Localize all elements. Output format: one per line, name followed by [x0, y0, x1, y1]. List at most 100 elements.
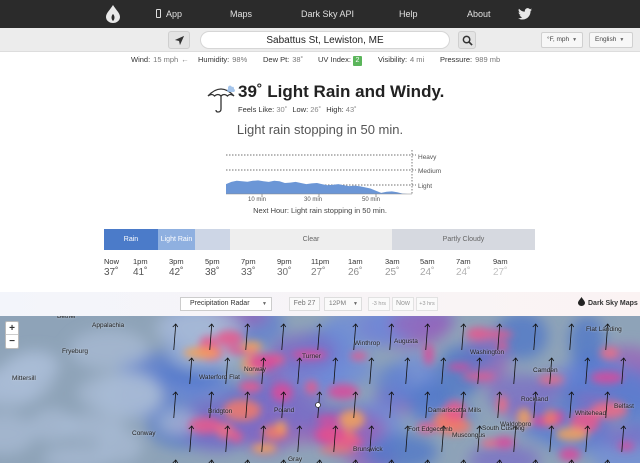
- location-search-input[interactable]: [200, 31, 450, 49]
- now-button[interactable]: Now: [392, 297, 414, 311]
- map-town-label: Whitehead: [575, 410, 607, 417]
- hour-column: 1am 26˚: [348, 257, 378, 278]
- hour-temperature: 38˚: [205, 267, 220, 278]
- minutely-chart: [226, 150, 416, 197]
- uv-index-badge: 2: [352, 56, 362, 66]
- hour-time: 5pm: [205, 257, 220, 266]
- nav-help[interactable]: Help: [399, 0, 418, 28]
- wind-arrow-icon: [477, 425, 481, 453]
- humidity-value: 98%: [232, 55, 248, 64]
- condition-segment-partly-cloudy[interactable]: Partly Cloudy: [392, 229, 535, 250]
- radar-cell: [0, 413, 36, 455]
- map-town-label: Augusta: [394, 338, 418, 345]
- dark-sky-maps-link[interactable]: Dark Sky Maps: [578, 297, 638, 311]
- map-town-label: Camden: [533, 367, 558, 374]
- hour-column: 3am 25˚: [385, 257, 415, 278]
- tick-50-min: 50 min: [362, 197, 381, 203]
- phone-icon: [156, 9, 161, 18]
- stat-humidity: Humidity: 98%: [198, 55, 247, 64]
- hour-temperature: 41˚: [133, 267, 148, 278]
- map-date[interactable]: Feb 27: [289, 297, 320, 311]
- language-select[interactable]: English ▼: [589, 32, 633, 48]
- map-time-value: 12PM: [329, 300, 346, 307]
- radar-cell-heavy: [590, 371, 624, 384]
- map-town-label: Gray: [288, 456, 303, 463]
- current-location-button[interactable]: [168, 31, 190, 49]
- map-time-select[interactable]: 12PM ▼: [324, 297, 362, 311]
- hour-time: 5am: [420, 257, 435, 266]
- condition-segment-drizzle[interactable]: [195, 229, 230, 250]
- map-layer-select[interactable]: Precipitation Radar ▼: [180, 297, 272, 311]
- map-town-label: Poland: [274, 407, 295, 414]
- hour-temperature: 30˚: [277, 267, 292, 278]
- radar-cell-heavy: [215, 330, 244, 347]
- radar-map[interactable]: + − Bethel Appalachia Fryeburg Mittersill Tu…: [0, 316, 640, 463]
- nav-maps[interactable]: Maps: [230, 0, 252, 28]
- map-town-label: Muscongus: [452, 432, 486, 439]
- conditions-stats: Wind: 15 mph ← Humidity: 98% Dew Pt: 38˚ UV …: [0, 55, 640, 67]
- hour-time: 1am: [348, 257, 363, 266]
- day-conditions-bar: Rain Light Rain Clear Partly Cloudy: [104, 229, 535, 250]
- hour-column: Now 37˚: [104, 257, 134, 278]
- wind-label: Wind:: [131, 55, 151, 64]
- language-value: English: [595, 36, 617, 43]
- hour-column: 7pm 33˚: [241, 257, 271, 278]
- nav-dark-sky-api[interactable]: Dark Sky API: [301, 0, 354, 28]
- hour-time: 7am: [456, 257, 471, 266]
- radar-cell-heavy: [316, 415, 342, 424]
- visibility-label: Visibility:: [378, 55, 408, 64]
- radar-cell-heavy: [339, 410, 365, 430]
- radar-cell-heavy: [239, 380, 262, 393]
- nav-about[interactable]: About: [467, 0, 491, 28]
- hour-temperature: 33˚: [241, 267, 256, 278]
- map-town-label: Brunswick: [353, 446, 383, 453]
- hour-temperature: 27˚: [311, 267, 326, 278]
- humidity-label: Humidity:: [198, 55, 230, 64]
- map-town-label: Waterford Flat: [199, 374, 240, 381]
- low-label: Low:: [292, 105, 309, 114]
- condition-segment-clear[interactable]: Clear: [230, 229, 392, 250]
- radar-cell-heavy: [559, 447, 581, 462]
- current-summary-title: 39˚ Light Rain and Windy.: [238, 82, 445, 101]
- nav-app[interactable]: App: [156, 0, 182, 28]
- map-layer-value: Precipitation Radar: [190, 300, 250, 307]
- search-icon: [462, 35, 473, 46]
- hour-temperature: 27˚: [493, 267, 508, 278]
- hour-time: 7pm: [241, 257, 256, 266]
- hour-column: 1pm 41˚: [133, 257, 163, 278]
- dark-sky-logo-icon[interactable]: [106, 5, 120, 23]
- forward-3-hrs-button[interactable]: +3 hrs: [416, 297, 438, 311]
- feels-like-value: 30˚: [276, 105, 288, 114]
- units-value: °F, mph: [547, 36, 570, 43]
- radar-cell-heavy: [481, 439, 498, 448]
- condition-segment-rain[interactable]: Rain: [104, 229, 158, 250]
- radar-cell-heavy: [305, 380, 318, 395]
- zoom-out-button[interactable]: −: [6, 335, 18, 348]
- chevron-down-icon: ▼: [572, 37, 578, 43]
- hour-time: 9pm: [277, 257, 292, 266]
- search-button[interactable]: [458, 31, 476, 49]
- twitter-icon[interactable]: [518, 8, 532, 20]
- current-conditions: 39˚ Light Rain and Windy. Feels Like: 30…: [206, 82, 466, 122]
- radar-cell-heavy: [555, 427, 589, 441]
- hour-time: 9am: [493, 257, 508, 266]
- top-navigation: App Maps Dark Sky API Help About: [0, 0, 640, 28]
- radar-cell-heavy: [447, 363, 472, 371]
- map-town-label: Belfast: [614, 403, 634, 410]
- hour-column: 9am 27˚: [493, 257, 523, 278]
- radar-cell-heavy: [600, 346, 619, 360]
- map-town-label: Bethel: [57, 316, 76, 320]
- map-toolbar: Precipitation Radar ▼ Feb 27 12PM ▼ -3 hrs…: [0, 292, 640, 316]
- back-3-hrs-button[interactable]: -3 hrs: [368, 297, 390, 311]
- stat-visibility: Visibility: 4 mi: [378, 55, 424, 64]
- radar-cell-heavy: [350, 351, 367, 361]
- condition-segment-light-rain[interactable]: Light Rain: [158, 229, 195, 250]
- level-light-label: Light: [418, 183, 433, 190]
- radar-cell-heavy: [318, 447, 356, 454]
- location-marker-icon: [315, 402, 321, 408]
- zoom-in-button[interactable]: +: [6, 322, 18, 335]
- visibility-value: 4 mi: [410, 55, 425, 64]
- units-select[interactable]: °F, mph ▼: [541, 32, 583, 48]
- map-town-label: Appalachia: [92, 322, 125, 329]
- location-arrow-icon: [174, 35, 185, 46]
